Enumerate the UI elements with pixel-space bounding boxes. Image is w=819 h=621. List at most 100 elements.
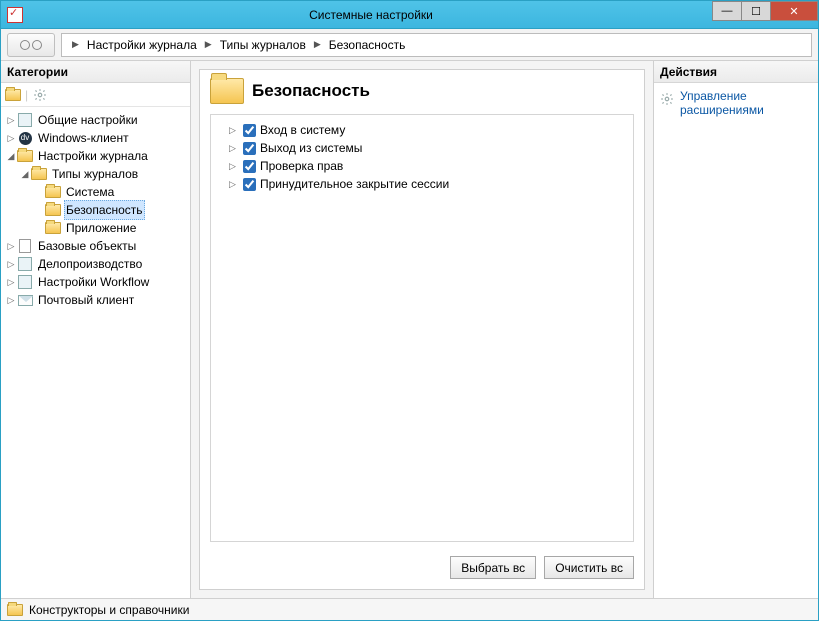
card-icon (17, 256, 33, 272)
expand-icon[interactable]: ▷ (229, 161, 239, 172)
tree-item-label: Типы журналов (50, 165, 140, 183)
event-checkbox[interactable] (243, 178, 256, 191)
content-header: Безопасность (200, 70, 644, 110)
manage-extensions-link[interactable]: Управление расширениями (660, 89, 812, 117)
folder-icon (45, 202, 61, 218)
dv-icon: dv (17, 130, 33, 146)
event-row: ▷ Проверка прав (217, 157, 627, 175)
breadcrumb-item-2[interactable]: Безопасность (327, 38, 408, 52)
breadcrumb[interactable]: ▶ Настройки журнала ▶ Типы журналов ▶ Бе… (61, 33, 812, 57)
window-controls: — ☐ ✕ (713, 1, 818, 28)
expand-icon[interactable]: ▷ (229, 143, 239, 154)
expand-icon[interactable]: ▷ (5, 273, 17, 291)
manage-extensions-label: Управление расширениями (680, 89, 812, 117)
event-label: Принудительное закрытие сессии (260, 177, 449, 191)
nav-back-forward[interactable] (7, 33, 55, 57)
event-checkbox[interactable] (243, 142, 256, 155)
folder-icon (210, 78, 244, 104)
tree-item[interactable]: ◢ Типы журналов (3, 165, 190, 183)
clear-all-button[interactable]: Очистить вс (544, 556, 634, 579)
tree-item[interactable]: Система (3, 183, 190, 201)
categories-toolbar: | (1, 83, 190, 107)
tree-item-label: Почтовый клиент (36, 291, 136, 309)
main-pane: Безопасность ▷ Вход в систему ▷ Выход из си… (191, 61, 653, 598)
expand-icon[interactable]: ▷ (229, 179, 239, 190)
nav-forward-icon (32, 40, 42, 50)
status-bar: Конструкторы и справочники (1, 598, 818, 620)
folder-icon (45, 184, 61, 200)
event-label: Проверка прав (260, 159, 343, 173)
tree-item-label: Базовые объекты (36, 237, 138, 255)
event-row: ▷ Принудительное закрытие сессии (217, 175, 627, 193)
event-row: ▷ Выход из системы (217, 139, 627, 157)
folder-icon (31, 166, 47, 182)
status-text: Конструкторы и справочники (29, 603, 189, 617)
tree-item-label: Windows-клиент (36, 129, 131, 147)
gear-icon (660, 91, 674, 107)
tree-item[interactable]: ▷ Почтовый клиент (3, 291, 190, 309)
categories-header: Категории (1, 61, 190, 83)
expand-icon[interactable]: ▷ (5, 255, 17, 273)
event-checkbox[interactable] (243, 124, 256, 137)
expand-icon[interactable]: ▷ (5, 291, 17, 309)
tree-item-label: Делопроизводство (36, 255, 144, 273)
actions-body: Управление расширениями (654, 83, 818, 123)
tree-item[interactable]: ▷dvWindows-клиент (3, 129, 190, 147)
expand-icon[interactable]: ▷ (5, 129, 17, 147)
gear-icon[interactable] (32, 87, 48, 103)
folder-icon (7, 602, 23, 618)
mail-icon (17, 292, 33, 308)
doc-icon (17, 238, 33, 254)
tree-item-label: Общие настройки (36, 111, 140, 129)
categories-tree[interactable]: ▷Общие настройки▷dvWindows-клиент◢Настро… (1, 107, 190, 598)
app-icon (7, 7, 23, 23)
breadcrumb-item-1[interactable]: Типы журналов (218, 38, 308, 52)
window: Системные настройки — ☐ ✕ ▶ Настройки жу… (0, 0, 819, 621)
expand-icon[interactable]: ▷ (5, 237, 17, 255)
expand-icon[interactable]: ▷ (5, 111, 17, 129)
tree-item[interactable]: Приложение (3, 219, 190, 237)
tree-item[interactable]: ▷ Базовые объекты (3, 237, 190, 255)
close-button[interactable]: ✕ (770, 1, 818, 21)
window-title: Системные настройки (29, 8, 713, 22)
events-list: ▷ Вход в систему ▷ Выход из системы ▷ Проверк… (210, 114, 634, 542)
tree-item-label: Настройки журнала (36, 147, 150, 165)
tree-item[interactable]: ▷ Настройки Workflow (3, 273, 190, 291)
card-icon (17, 112, 33, 128)
maximize-button[interactable]: ☐ (741, 1, 771, 21)
tree-item-label: Безопасность (64, 200, 145, 220)
minimize-button[interactable]: — (712, 1, 742, 21)
event-row: ▷ Вход в систему (217, 121, 627, 139)
tree-item-label: Приложение (64, 219, 138, 237)
collapse-icon[interactable]: ◢ (19, 165, 31, 183)
titlebar: Системные настройки — ☐ ✕ (1, 1, 818, 29)
folder-icon[interactable] (5, 87, 21, 103)
tree-item-label: Настройки Workflow (36, 273, 151, 291)
actions-pane: Действия Управление расширениями (653, 61, 818, 598)
event-checkbox[interactable] (243, 160, 256, 173)
body: Категории | ▷Общие настройки▷dvWindows-к… (1, 61, 818, 598)
expand-icon[interactable]: ▷ (229, 125, 239, 136)
page-title: Безопасность (252, 81, 370, 101)
event-label: Вход в систему (260, 123, 345, 137)
tree-item[interactable]: ◢ Настройки журнала (3, 147, 190, 165)
folder-icon (45, 220, 61, 236)
actions-header: Действия (654, 61, 818, 83)
content-buttons: Выбрать вс Очистить вс (200, 550, 644, 589)
nav-back-icon (20, 40, 30, 50)
tree-item-label: Система (64, 183, 116, 201)
chevron-right-icon: ▶ (72, 39, 79, 50)
content-panel: Безопасность ▷ Вход в систему ▷ Выход из си… (199, 69, 645, 590)
folder-icon (17, 148, 33, 164)
event-label: Выход из системы (260, 141, 362, 155)
select-all-button[interactable]: Выбрать вс (450, 556, 536, 579)
chevron-right-icon: ▶ (314, 39, 321, 50)
tree-item[interactable]: ▷ Общие настройки (3, 111, 190, 129)
tree-item[interactable]: Безопасность (3, 201, 190, 219)
categories-pane: Категории | ▷Общие настройки▷dvWindows-к… (1, 61, 191, 598)
tree-item[interactable]: ▷ Делопроизводство (3, 255, 190, 273)
toolbar-separator: | (25, 88, 28, 102)
collapse-icon[interactable]: ◢ (5, 147, 17, 165)
breadcrumb-item-0[interactable]: Настройки журнала (85, 38, 199, 52)
chevron-right-icon: ▶ (205, 39, 212, 50)
